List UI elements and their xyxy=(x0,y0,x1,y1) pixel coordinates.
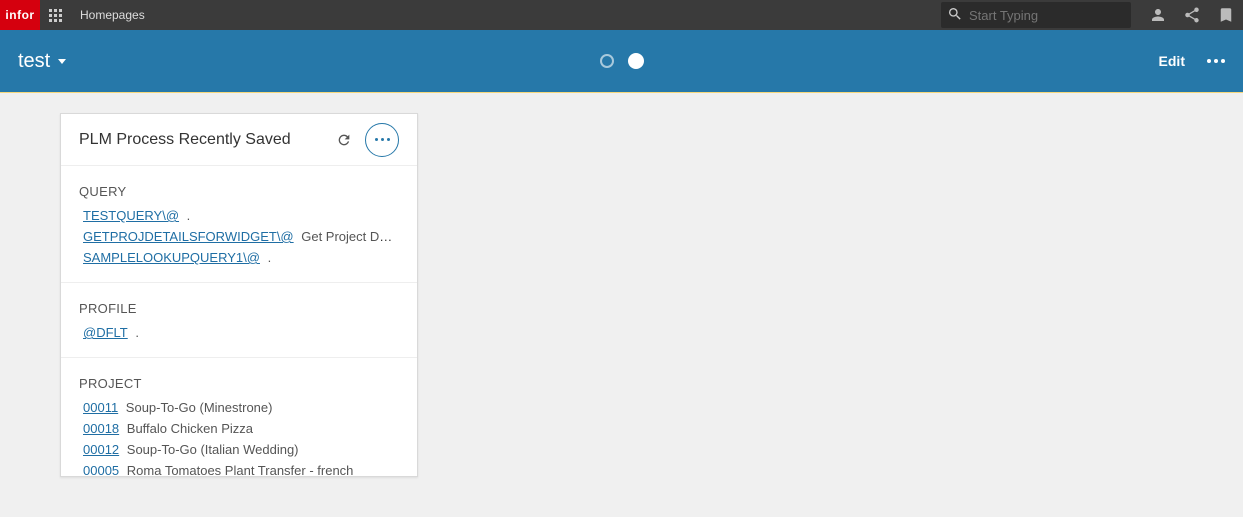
widget-group: PROJECT00011 Soup-To-Go (Minestrone)0001… xyxy=(61,358,417,476)
share-icon[interactable] xyxy=(1175,0,1209,30)
list-item-link[interactable]: SAMPLELOOKUPQUERY1\@ xyxy=(83,250,260,265)
more-icon[interactable] xyxy=(1207,59,1225,63)
more-horizontal-icon xyxy=(375,138,390,141)
edit-button[interactable]: Edit xyxy=(1159,53,1185,69)
header-title: Homepages xyxy=(80,8,145,22)
widget-group: PROFILE @DFLT . xyxy=(61,283,417,358)
search-box[interactable] xyxy=(941,2,1131,28)
chevron-down-icon xyxy=(58,59,66,64)
page-dot-2[interactable] xyxy=(628,53,644,69)
refresh-icon xyxy=(336,132,352,148)
list-item-link[interactable]: 00011 xyxy=(83,400,118,415)
page-title-text: test xyxy=(18,50,50,73)
list-item: SAMPLELOOKUPQUERY1\@ . xyxy=(79,247,399,268)
list-item-desc: Get Project De… xyxy=(298,229,399,244)
list-item-link[interactable]: 00018 xyxy=(83,421,119,436)
list-item-link[interactable]: 00005 xyxy=(83,463,119,476)
list-item: TESTQUERY\@ . xyxy=(79,205,399,226)
canvas: PLM Process Recently Saved QUERY TESTQUER… xyxy=(0,93,1243,477)
list-item: @DFLT . xyxy=(79,322,399,343)
widget-group: QUERYTESTQUERY\@ .GETPROJDETAILSFORWIDGE… xyxy=(61,166,417,283)
list-item-desc: Roma Tomatoes Plant Transfer - french xyxy=(123,463,353,476)
list-item-desc: . xyxy=(183,208,190,223)
bookmark-icon[interactable] xyxy=(1209,0,1243,30)
page-dot-1[interactable] xyxy=(600,54,614,68)
page-indicator[interactable] xyxy=(600,53,644,69)
list-item-desc: . xyxy=(132,325,139,340)
group-title: QUERY xyxy=(79,184,399,199)
group-title: PROFILE xyxy=(79,301,399,316)
search-icon xyxy=(947,6,969,25)
list-item: 00011 Soup-To-Go (Minestrone) xyxy=(79,397,399,418)
widget-title: PLM Process Recently Saved xyxy=(79,131,323,149)
list-item-desc: . xyxy=(264,250,271,265)
widget-header: PLM Process Recently Saved xyxy=(61,114,417,166)
top-header: infor Homepages xyxy=(0,0,1243,30)
widget-body[interactable]: QUERYTESTQUERY\@ .GETPROJDETAILSFORWIDGE… xyxy=(61,166,417,476)
group-title: PROJECT xyxy=(79,376,399,391)
list-item-desc: Buffalo Chicken Pizza xyxy=(123,421,253,436)
list-item-link[interactable]: GETPROJDETAILSFORWIDGET\@ xyxy=(83,229,294,244)
list-item: 00018 Buffalo Chicken Pizza xyxy=(79,418,399,439)
list-item-desc: Soup-To-Go (Italian Wedding) xyxy=(123,442,298,457)
list-item-desc: Soup-To-Go (Minestrone) xyxy=(122,400,272,415)
list-item-link[interactable]: TESTQUERY\@ xyxy=(83,208,179,223)
list-item: GETPROJDETAILSFORWIDGET\@ Get Project De… xyxy=(79,226,399,247)
user-icon[interactable] xyxy=(1141,0,1175,30)
list-item-link[interactable]: @DFLT xyxy=(83,325,128,340)
list-item-link[interactable]: 00012 xyxy=(83,442,119,457)
search-input[interactable] xyxy=(969,8,1125,23)
page-title-dropdown[interactable]: test xyxy=(18,50,66,73)
apps-launcher-icon[interactable] xyxy=(40,0,70,30)
list-item: 00005 Roma Tomatoes Plant Transfer - fre… xyxy=(79,460,399,476)
brand-logo: infor xyxy=(0,0,40,30)
list-item: 00012 Soup-To-Go (Italian Wedding) xyxy=(79,439,399,460)
widget-plm-recent: PLM Process Recently Saved QUERY TESTQUER… xyxy=(60,113,418,477)
widget-more-button[interactable] xyxy=(365,123,399,157)
sub-header: test Edit xyxy=(0,30,1243,93)
refresh-button[interactable] xyxy=(333,129,355,151)
